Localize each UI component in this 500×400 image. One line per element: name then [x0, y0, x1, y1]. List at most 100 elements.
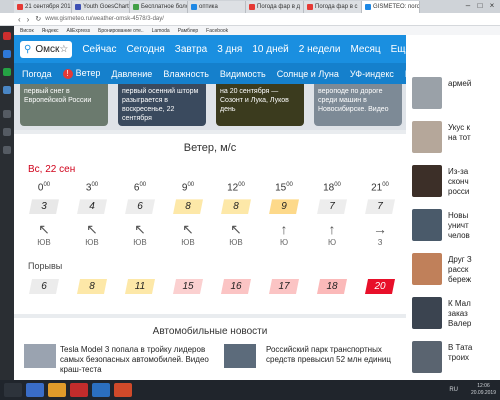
maximize-icon[interactable]: □ [474, 0, 486, 11]
auto-news-image[interactable] [24, 344, 56, 368]
browser-tab[interactable]: GISMETEO: погода в [362, 1, 420, 13]
subnav-label: Видимость [219, 68, 266, 79]
city-search[interactable]: ⚲ Омск ☆ [20, 40, 73, 58]
news-card[interactable]: на 20 сентября — Созонт и Лука, Луков де… [216, 84, 304, 126]
powerpoint-icon[interactable] [114, 383, 132, 397]
heart-icon[interactable] [3, 128, 11, 136]
sidebar-news-item[interactable]: Друг З расск береж [412, 253, 500, 293]
nav-item[interactable]: Завтра [175, 44, 207, 55]
wind-date: Вс, 22 сен [28, 164, 76, 175]
vk-icon[interactable] [3, 86, 11, 94]
reload-icon[interactable]: ↻ [35, 15, 41, 23]
browser-tab[interactable]: оптика [188, 1, 246, 13]
nav-item[interactable]: 2 недели [299, 44, 341, 55]
sidebar-news-image [412, 165, 442, 197]
wind-column: 600 6 ↖ ЮВ [120, 182, 160, 247]
subnav-item[interactable]: УФ-индекс [350, 69, 394, 79]
messenger-icon[interactable] [3, 50, 11, 58]
back-icon[interactable]: ‹ [18, 15, 21, 24]
taskbar-app-icon[interactable] [48, 383, 66, 397]
sidebar-news-item[interactable]: К Мал заказ Валер [412, 297, 500, 337]
nav-items: Сейчас Сегодня Завтра 3 дня 10 дней 2 недели М… [72, 44, 411, 55]
start-icon[interactable] [4, 383, 22, 397]
sidebar-news-item[interactable]: Укус к на тот [412, 121, 500, 161]
gust-column: 20 [360, 279, 400, 294]
tab-strip: 21 сентября 2019 в с Youth GoesChart Беспл… [14, 1, 420, 13]
sidebar-news-image [412, 297, 442, 329]
nav-item[interactable]: Сегодня [126, 44, 164, 55]
sidebar-news-item[interactable]: Новы уничт челов [412, 209, 500, 249]
sidebar-news-item[interactable]: В Тата троих [412, 341, 500, 381]
subnav-label: Влажность [163, 68, 209, 79]
wind-column: 1200 8 ↖ ЮВ [216, 182, 256, 247]
photoshop-icon[interactable] [92, 383, 110, 397]
news-card[interactable]: первый осенний шторм разыграется в воскр… [118, 84, 206, 126]
opera-logo-icon[interactable] [3, 32, 11, 40]
wind-direction: Ю [279, 238, 289, 248]
subnav-item[interactable]: Давление [111, 69, 152, 79]
subnav-item[interactable]: ! Ветер [62, 68, 101, 79]
whatsapp-icon[interactable] [3, 68, 11, 76]
nav-item[interactable]: 3 дня [217, 44, 242, 55]
gusts-title: Порывы [28, 261, 63, 271]
forward-icon[interactable]: › [27, 15, 30, 24]
wind-column: 2100 7 → З [360, 182, 400, 247]
bookmark-item[interactable]: Facebook [206, 28, 228, 34]
subnav-label: Погода [22, 68, 52, 79]
subnav-item[interactable]: Влажность [163, 69, 209, 79]
wind-arrow-icon: ↑ [328, 221, 336, 238]
auto-news-image[interactable] [224, 344, 256, 368]
nav-item[interactable]: Месяц [350, 44, 380, 55]
hour-label: 300 [72, 182, 112, 193]
star-icon[interactable]: ☆ [59, 44, 68, 55]
history-icon[interactable] [3, 146, 11, 154]
nav-item[interactable]: Сейчас [82, 44, 116, 55]
subnav-item[interactable]: Солнце и Луна [277, 69, 339, 79]
system-clock[interactable]: 12:06 20.09.2019 [471, 383, 496, 397]
sidebar-news-item[interactable]: армей [412, 77, 500, 117]
bookmark-item[interactable]: Lamoda [152, 28, 170, 34]
browser-tab[interactable]: Погода фар в д [246, 1, 304, 13]
subnav-label: УФ-индекс [349, 68, 394, 79]
browser-tab[interactable]: 21 сентября 2019 в с [14, 1, 72, 13]
auto-news-item[interactable]: Tesla Model 3 попала в тройку лидеров са… [60, 345, 210, 375]
hour-minutes: 00 [238, 182, 245, 188]
subnav-label: Солнце и Луна [276, 68, 339, 79]
hour-label: 000 [24, 182, 64, 193]
news-card[interactable]: первый снег в Европейской России [20, 84, 108, 126]
gust-column: 17 [264, 279, 304, 294]
url-field[interactable]: www.gismeteo.ru/weather-omsk-4578/3-day/ [45, 16, 164, 22]
bookmark-item[interactable]: AliExpress [66, 28, 90, 34]
hour-minutes: 00 [334, 182, 341, 188]
close-icon[interactable]: × [486, 0, 498, 11]
taskbar-app-icon[interactable] [26, 383, 44, 397]
gust-speed: 15 [173, 279, 203, 294]
bookmark-item[interactable]: Рамблер [178, 28, 198, 34]
subnav-label: Ветер [75, 68, 101, 78]
auto-news-item[interactable]: Российский парк транспортных средств пре… [266, 345, 406, 365]
sidebar-news-image [412, 341, 442, 373]
subnav-label: Давление [111, 68, 153, 79]
sidebar-news-item[interactable]: Из-за сконч росси [412, 165, 500, 205]
bookmark-item[interactable]: Висок [20, 28, 34, 34]
hour-label: 900 [168, 182, 208, 193]
wind-speed: 8 [173, 199, 203, 215]
nav-item[interactable]: 10 дней [252, 44, 288, 55]
bookmark-item[interactable]: Бронирование оте.. [98, 28, 144, 34]
clock-icon[interactable] [3, 110, 11, 118]
minimize-icon[interactable]: – [462, 0, 474, 11]
gust-speed: 11 [125, 279, 155, 294]
subnav-item[interactable]: Погода [22, 69, 52, 79]
subnav-item[interactable]: Видимость [220, 69, 266, 79]
wind-speed: 6 [125, 199, 155, 215]
language-indicator[interactable]: RU [449, 387, 458, 393]
browser-tab[interactable]: Погода фар в с [304, 1, 362, 13]
browser-tab[interactable]: Youth GoesChart [72, 1, 130, 13]
hour-value: 15 [275, 182, 287, 194]
bookmark-item[interactable]: Яндекс [42, 28, 59, 34]
wind-arrow-icon: ↖ [134, 221, 146, 238]
browser-tab[interactable]: Бесплатное боло [130, 1, 188, 13]
wind-column: 300 4 ↖ ЮВ [72, 182, 112, 247]
news-card[interactable]: вероподе по дороге среди машин в Новосиб… [314, 84, 402, 126]
opera-icon[interactable] [70, 383, 88, 397]
